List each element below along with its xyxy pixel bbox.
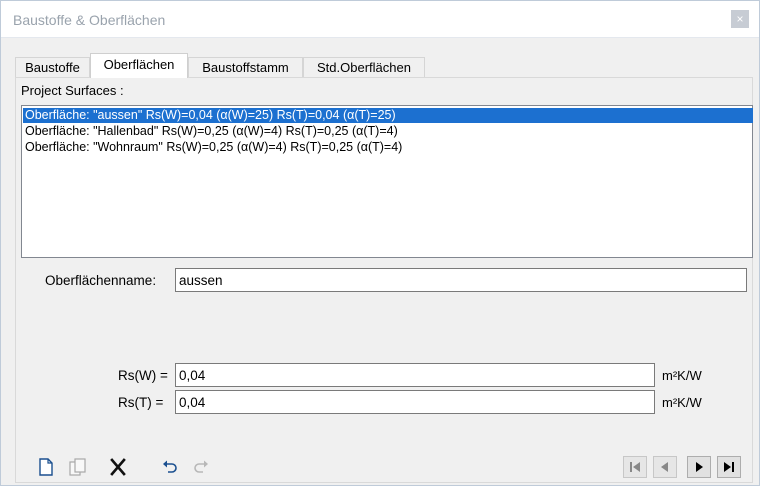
tab-std-oberflaechen[interactable]: Std.Oberflächen <box>303 57 425 77</box>
next-icon <box>696 462 703 472</box>
title-bar[interactable]: Baustoffe & Oberflächen × <box>1 1 759 38</box>
close-icon: × <box>736 12 744 26</box>
first-icon <box>630 462 640 472</box>
list-item[interactable]: Oberfläche: "Hallenbad" Rs(W)=0,25 (α(W)… <box>23 124 753 139</box>
rst-unit: m²K/W <box>662 395 702 410</box>
list-item[interactable]: Oberfläche: "aussen" Rs(W)=0,04 (α(W)=25… <box>23 108 753 123</box>
rsw-label: Rs(W) = <box>118 368 168 383</box>
surface-name-label: Oberflächenname: <box>45 273 157 288</box>
undo-button[interactable] <box>159 456 181 478</box>
rsw-unit: m²K/W <box>662 368 702 383</box>
next-record-button[interactable] <box>687 456 711 478</box>
tab-oberflaechen[interactable]: Oberflächen <box>90 53 188 78</box>
list-item[interactable]: Oberfläche: "Wohnraum" Rs(W)=0,25 (α(W)=… <box>23 140 753 155</box>
new-button[interactable] <box>35 456 57 478</box>
rst-input[interactable] <box>175 390 655 414</box>
last-record-button[interactable] <box>717 456 741 478</box>
redo-icon <box>194 460 208 473</box>
surface-name-input[interactable] <box>175 268 747 292</box>
undo-icon <box>163 460 177 473</box>
close-button[interactable]: × <box>731 10 749 28</box>
delete-icon <box>110 458 126 476</box>
dialog-window: Baustoffe & Oberflächen × Baustoffe Ober… <box>0 0 760 486</box>
tab-baustoffe[interactable]: Baustoffe <box>15 57 90 77</box>
delete-button[interactable] <box>107 456 129 478</box>
new-icon <box>39 458 53 476</box>
rsw-input[interactable] <box>175 363 655 387</box>
previous-record-button[interactable] <box>653 456 677 478</box>
copy-button[interactable] <box>67 456 89 478</box>
project-surfaces-label: Project Surfaces : <box>21 83 124 98</box>
last-icon <box>724 462 734 472</box>
surfaces-listbox[interactable]: Oberfläche: "aussen" Rs(W)=0,04 (α(W)=25… <box>21 105 753 258</box>
redo-button[interactable] <box>190 456 212 478</box>
window-title: Baustoffe & Oberflächen <box>13 12 166 28</box>
previous-icon <box>661 462 668 472</box>
copy-icon <box>69 458 86 476</box>
rst-label: Rs(T) = <box>118 395 164 410</box>
first-record-button[interactable] <box>623 456 647 478</box>
tab-baustoffstamm[interactable]: Baustoffstamm <box>188 57 303 77</box>
